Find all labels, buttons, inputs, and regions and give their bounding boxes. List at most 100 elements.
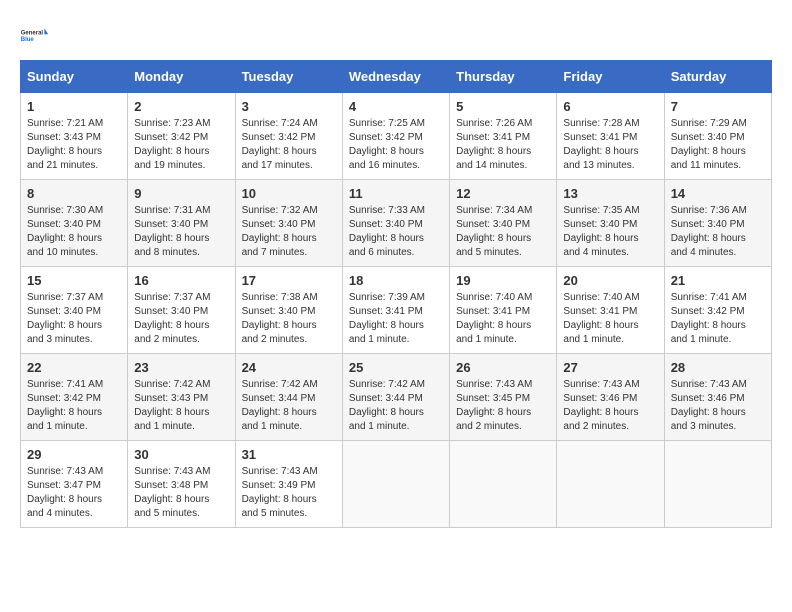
calendar-cell: 20Sunrise: 7:40 AMSunset: 3:41 PMDayligh… <box>557 267 664 354</box>
day-number: 13 <box>563 186 657 201</box>
day-info: Sunrise: 7:21 AMSunset: 3:43 PMDaylight:… <box>27 117 121 173</box>
day-info: Sunrise: 7:43 AMSunset: 3:46 PMDaylight:… <box>671 378 765 434</box>
day-number: 10 <box>242 186 336 201</box>
day-info: Sunrise: 7:40 AMSunset: 3:41 PMDaylight:… <box>456 291 550 347</box>
svg-text:Blue: Blue <box>21 37 35 43</box>
day-info: Sunrise: 7:26 AMSunset: 3:41 PMDaylight:… <box>456 117 550 173</box>
weekday-header-tuesday: Tuesday <box>235 61 342 93</box>
day-number: 16 <box>134 273 228 288</box>
calendar-cell: 8 Sunrise: 7:30 AMSunset: 3:40 PMDaylight… <box>21 180 128 267</box>
day-number: 11 <box>349 186 443 201</box>
calendar-cell: 24 Sunrise: 7:42 AMSunset: 3:44 PMDayligh… <box>235 354 342 441</box>
day-info: Sunrise: 7:43 AMSunset: 3:49 PMDaylight:… <box>242 465 336 521</box>
day-info: Sunrise: 7:30 AMSunset: 3:40 PMDaylight:… <box>27 204 121 260</box>
weekday-header-wednesday: Wednesday <box>342 61 449 93</box>
day-info: Sunrise: 7:34 AMSunset: 3:40 PMDaylight:… <box>456 204 550 260</box>
day-info: Sunrise: 7:35 AMSunset: 3:40 PMDaylight:… <box>563 204 657 260</box>
calendar-cell: 17 Sunrise: 7:38 AMSunset: 3:40 PMDayligh… <box>235 267 342 354</box>
calendar-cell: 3 Sunrise: 7:24 AMSunset: 3:42 PMDaylight… <box>235 93 342 180</box>
calendar-cell: 19 Sunrise: 7:40 AMSunset: 3:41 PMDayligh… <box>450 267 557 354</box>
calendar-cell: 16 Sunrise: 7:37 AMSunset: 3:40 PMDayligh… <box>128 267 235 354</box>
calendar-cell: 29 Sunrise: 7:43 AMSunset: 3:47 PMDayligh… <box>21 441 128 528</box>
calendar-cell: 12 Sunrise: 7:34 AMSunset: 3:40 PMDayligh… <box>450 180 557 267</box>
calendar-cell <box>342 441 449 528</box>
day-info: Sunrise: 7:41 AMSunset: 3:42 PMDaylight:… <box>671 291 765 347</box>
day-info: Sunrise: 7:29 AMSunset: 3:40 PMDaylight:… <box>671 117 765 173</box>
day-info: Sunrise: 7:28 AMSunset: 3:41 PMDaylight:… <box>563 117 657 173</box>
day-number: 14 <box>671 186 765 201</box>
calendar-cell: 31 Sunrise: 7:43 AMSunset: 3:49 PMDayligh… <box>235 441 342 528</box>
day-info: Sunrise: 7:42 AMSunset: 3:44 PMDaylight:… <box>349 378 443 434</box>
day-number: 6 <box>563 99 657 114</box>
day-info: Sunrise: 7:43 AMSunset: 3:48 PMDaylight:… <box>134 465 228 521</box>
day-info: Sunrise: 7:37 AMSunset: 3:40 PMDaylight:… <box>134 291 228 347</box>
day-number: 15 <box>27 273 121 288</box>
day-info: Sunrise: 7:37 AMSunset: 3:40 PMDaylight:… <box>27 291 121 347</box>
calendar-cell: 21 Sunrise: 7:41 AMSunset: 3:42 PMDayligh… <box>664 267 771 354</box>
day-info: Sunrise: 7:24 AMSunset: 3:42 PMDaylight:… <box>242 117 336 173</box>
day-number: 20 <box>563 273 657 288</box>
weekday-header-monday: Monday <box>128 61 235 93</box>
day-number: 21 <box>671 273 765 288</box>
calendar-cell: 30 Sunrise: 7:43 AMSunset: 3:48 PMDayligh… <box>128 441 235 528</box>
day-info: Sunrise: 7:42 AMSunset: 3:43 PMDaylight:… <box>134 378 228 434</box>
day-number: 27 <box>563 360 657 375</box>
day-number: 26 <box>456 360 550 375</box>
day-number: 18 <box>349 273 443 288</box>
calendar-cell: 26Sunrise: 7:43 AMSunset: 3:45 PMDayligh… <box>450 354 557 441</box>
calendar-cell: 22Sunrise: 7:41 AMSunset: 3:42 PMDayligh… <box>21 354 128 441</box>
page-header: GeneralBlue <box>20 20 772 50</box>
day-number: 23 <box>134 360 228 375</box>
day-number: 12 <box>456 186 550 201</box>
calendar-cell: 25 Sunrise: 7:42 AMSunset: 3:44 PMDayligh… <box>342 354 449 441</box>
calendar-cell <box>557 441 664 528</box>
calendar-cell: 13 Sunrise: 7:35 AMSunset: 3:40 PMDayligh… <box>557 180 664 267</box>
day-info: Sunrise: 7:25 AMSunset: 3:42 PMDaylight:… <box>349 117 443 173</box>
day-number: 7 <box>671 99 765 114</box>
day-number: 5 <box>456 99 550 114</box>
calendar-cell: 2 Sunrise: 7:23 AMSunset: 3:42 PMDaylight… <box>128 93 235 180</box>
day-number: 17 <box>242 273 336 288</box>
calendar-cell: 6 Sunrise: 7:28 AMSunset: 3:41 PMDaylight… <box>557 93 664 180</box>
day-info: Sunrise: 7:33 AMSunset: 3:40 PMDaylight:… <box>349 204 443 260</box>
day-number: 19 <box>456 273 550 288</box>
day-info: Sunrise: 7:43 AMSunset: 3:46 PMDaylight:… <box>563 378 657 434</box>
svg-text:General: General <box>21 30 44 36</box>
day-info: Sunrise: 7:42 AMSunset: 3:44 PMDaylight:… <box>242 378 336 434</box>
day-number: 4 <box>349 99 443 114</box>
day-info: Sunrise: 7:38 AMSunset: 3:40 PMDaylight:… <box>242 291 336 347</box>
day-info: Sunrise: 7:31 AMSunset: 3:40 PMDaylight:… <box>134 204 228 260</box>
day-info: Sunrise: 7:23 AMSunset: 3:42 PMDaylight:… <box>134 117 228 173</box>
day-number: 3 <box>242 99 336 114</box>
calendar-cell: 18 Sunrise: 7:39 AMSunset: 3:41 PMDayligh… <box>342 267 449 354</box>
logo: GeneralBlue <box>20 20 50 50</box>
calendar-cell: 10 Sunrise: 7:32 AMSunset: 3:40 PMDayligh… <box>235 180 342 267</box>
calendar-cell: 28 Sunrise: 7:43 AMSunset: 3:46 PMDayligh… <box>664 354 771 441</box>
day-info: Sunrise: 7:43 AMSunset: 3:47 PMDaylight:… <box>27 465 121 521</box>
day-number: 29 <box>27 447 121 462</box>
calendar-cell: 15 Sunrise: 7:37 AMSunset: 3:40 PMDayligh… <box>21 267 128 354</box>
day-number: 31 <box>242 447 336 462</box>
calendar-cell: 23 Sunrise: 7:42 AMSunset: 3:43 PMDayligh… <box>128 354 235 441</box>
calendar-cell: 14Sunrise: 7:36 AMSunset: 3:40 PMDayligh… <box>664 180 771 267</box>
weekday-header-sunday: Sunday <box>21 61 128 93</box>
weekday-header-saturday: Saturday <box>664 61 771 93</box>
day-number: 28 <box>671 360 765 375</box>
calendar-table: SundayMondayTuesdayWednesdayThursdayFrid… <box>20 60 772 528</box>
logo-icon: GeneralBlue <box>20 20 50 50</box>
day-number: 25 <box>349 360 443 375</box>
calendar-cell: 7 Sunrise: 7:29 AMSunset: 3:40 PMDaylight… <box>664 93 771 180</box>
day-number: 8 <box>27 186 121 201</box>
weekday-header-friday: Friday <box>557 61 664 93</box>
day-number: 30 <box>134 447 228 462</box>
calendar-cell: 11 Sunrise: 7:33 AMSunset: 3:40 PMDayligh… <box>342 180 449 267</box>
day-number: 24 <box>242 360 336 375</box>
day-info: Sunrise: 7:32 AMSunset: 3:40 PMDaylight:… <box>242 204 336 260</box>
day-info: Sunrise: 7:39 AMSunset: 3:41 PMDaylight:… <box>349 291 443 347</box>
calendar-cell: 9Sunrise: 7:31 AMSunset: 3:40 PMDaylight… <box>128 180 235 267</box>
calendar-cell <box>450 441 557 528</box>
day-number: 2 <box>134 99 228 114</box>
calendar-cell: 4 Sunrise: 7:25 AMSunset: 3:42 PMDaylight… <box>342 93 449 180</box>
day-number: 1 <box>27 99 121 114</box>
day-info: Sunrise: 7:41 AMSunset: 3:42 PMDaylight:… <box>27 378 121 434</box>
